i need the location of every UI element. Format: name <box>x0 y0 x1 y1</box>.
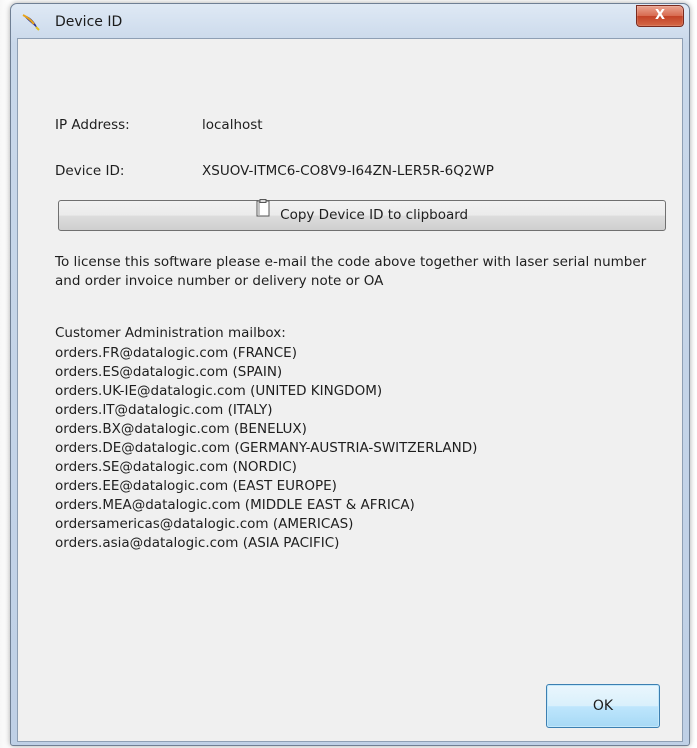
mailbox-entry-it: orders.IT@datalogic.com (ITALY) <box>55 402 273 418</box>
close-button[interactable]: X <box>636 5 684 27</box>
mailbox-title: Customer Administration mailbox: <box>55 325 286 341</box>
license-instructions: To license this software please e-mail t… <box>55 254 647 289</box>
mailbox-entry-ee: orders.EE@datalogic.com (EAST EUROPE) <box>55 478 337 494</box>
mailbox-entry-se: orders.SE@datalogic.com (NORDIC) <box>55 459 297 475</box>
dialog-content: IP Address: localhost Device ID: XSUOV-I… <box>17 38 683 742</box>
mailbox-entry-es: orders.ES@datalogic.com (SPAIN) <box>55 364 283 380</box>
mailbox-entry-asia: orders.asia@datalogic.com (ASIA PACIFIC) <box>55 535 340 551</box>
window-title: Device ID <box>55 14 123 30</box>
mailbox-entry-de: orders.DE@datalogic.com (GERMANY-AUSTRIA… <box>55 440 478 456</box>
mailbox-entry-americas: ordersamericas@datalogic.com (AMERICAS) <box>55 516 354 532</box>
app-feather-icon <box>21 12 41 32</box>
clipboard-icon <box>256 199 270 228</box>
device-id-value: XSUOV-ITMC6-CO8V9-I64ZN-LER5R-6Q2WP <box>202 163 494 179</box>
copy-button-label: Copy Device ID to clipboard <box>280 207 469 223</box>
ok-button[interactable]: OK <box>546 684 660 728</box>
mailbox-list: orders.FR@datalogic.com (FRANCE) orders.… <box>55 344 477 553</box>
ok-button-label: OK <box>592 698 614 714</box>
device-id-dialog: Device ID X IP Address: localhost Device… <box>10 3 690 746</box>
ip-address-value: localhost <box>202 117 263 133</box>
mailbox-entry-bx: orders.BX@datalogic.com (BENELUX) <box>55 421 307 437</box>
mailbox-entry-mea: orders.MEA@datalogic.com (MIDDLE EAST & … <box>55 497 415 513</box>
copy-device-id-button[interactable]: Copy Device ID to clipboard <box>58 199 666 231</box>
title-bar[interactable]: Device ID X <box>11 4 689 38</box>
ip-address-label: IP Address: <box>55 117 130 133</box>
close-icon: X <box>654 8 666 23</box>
device-id-label: Device ID: <box>55 163 125 179</box>
mailbox-entry-fr: orders.FR@datalogic.com (FRANCE) <box>55 345 297 361</box>
mailbox-entry-uk-ie: orders.UK-IE@datalogic.com (UNITED KINGD… <box>55 383 383 399</box>
desktop-edge <box>0 0 10 748</box>
